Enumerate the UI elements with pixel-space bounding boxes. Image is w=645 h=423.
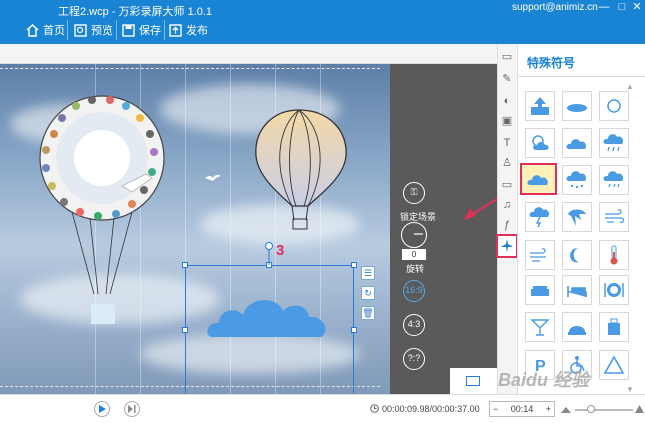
panel-title: 特殊符号: [527, 56, 576, 70]
rotate-value-field[interactable]: 0: [402, 249, 426, 260]
increase-button[interactable]: +: [546, 404, 551, 414]
stage-toolbar: [0, 44, 497, 64]
scene-border: [0, 68, 380, 69]
image-icon[interactable]: ▣: [500, 114, 514, 128]
baidu-watermark: Baidu 经验: [498, 370, 590, 390]
save-button[interactable]: 保存: [122, 20, 161, 40]
pen-icon[interactable]: ✎: [500, 72, 514, 86]
hot-air-balloon-outline[interactable]: [252, 108, 352, 232]
zoom-slider-thumb[interactable]: [587, 405, 595, 413]
preview-label: 预览: [91, 25, 113, 37]
home-button[interactable]: 首页: [26, 20, 65, 40]
thermometer-symbol[interactable]: [599, 240, 629, 270]
triangle-symbol[interactable]: [599, 350, 629, 380]
bed-symbol[interactable]: [562, 275, 592, 305]
window-title: 工程2.wcp - 万彩录屏大师 1.0.1: [58, 6, 213, 18]
thunderstorm-symbol[interactable]: [525, 202, 555, 232]
special-symbol-tab[interactable]: [496, 234, 518, 258]
cloud-rain-symbol[interactable]: [599, 128, 629, 158]
scroll-up-icon[interactable]: ▲: [626, 82, 634, 91]
time-display: 00:00:09.98/00:00:37.00: [382, 404, 480, 414]
sun-cloud-symbol[interactable]: [525, 128, 555, 158]
dining-symbol[interactable]: [599, 275, 629, 305]
preview-button[interactable]: 预览: [74, 20, 113, 40]
music-icon[interactable]: ♫: [500, 198, 514, 212]
cloud-drizzle-symbol[interactable]: [599, 165, 629, 195]
luggage-symbol[interactable]: [599, 312, 629, 342]
comment-icon[interactable]: ▭: [500, 50, 514, 64]
save-icon: [122, 23, 135, 37]
zoom-slider-track[interactable]: [575, 409, 633, 411]
clock-icon: [370, 404, 379, 413]
moon-symbol[interactable]: [562, 240, 592, 270]
rotate-label: 旋转: [406, 264, 425, 274]
scene-thumbnail[interactable]: [466, 376, 480, 386]
publish-button[interactable]: 发布: [169, 20, 208, 40]
character-icon[interactable]: ♙: [500, 156, 514, 170]
resize-handle[interactable]: [182, 327, 188, 333]
user-account[interactable]: support@animiz.cn: [512, 2, 598, 13]
service-bell-symbol[interactable]: [562, 312, 592, 342]
step-forward-icon: [128, 405, 136, 413]
lock-scene-icon[interactable]: ⚿: [403, 182, 425, 204]
toolbar-divider: [116, 20, 117, 40]
zoom-small-icon[interactable]: [561, 405, 571, 413]
cloud-symbol[interactable]: [207, 293, 331, 339]
save-label: 保存: [139, 25, 161, 37]
zoom-large-icon[interactable]: [635, 404, 644, 413]
sofa-symbol[interactable]: [525, 275, 555, 305]
duration-value[interactable]: 00:14: [511, 404, 534, 414]
close-button[interactable]: ✕: [628, 0, 645, 16]
resize-handle[interactable]: [182, 262, 188, 268]
dial-icon: [414, 233, 423, 235]
home-label: 首页: [43, 25, 65, 37]
play-icon: [99, 405, 106, 413]
rotate-dial[interactable]: [401, 222, 427, 248]
thumbnail-strip[interactable]: [450, 368, 497, 394]
cocktail-symbol[interactable]: [525, 312, 555, 342]
lock-scene-label: 锁定场景: [400, 212, 437, 222]
layer-order-tool[interactable]: ☰: [361, 266, 375, 280]
circle-symbol[interactable]: [599, 91, 629, 121]
decrease-button[interactable]: −: [493, 404, 498, 414]
wind-symbol[interactable]: [599, 202, 629, 232]
play-button[interactable]: [94, 401, 110, 417]
cloud-symbol[interactable]: [562, 128, 592, 158]
duration-stepper[interactable]: − 00:14 +: [489, 401, 555, 417]
text-icon[interactable]: T: [500, 136, 514, 150]
upload-box-symbol[interactable]: [525, 91, 555, 121]
preview-icon: [74, 23, 87, 37]
airplane-icon: [501, 239, 513, 252]
bird-icon[interactable]: [204, 172, 222, 184]
toolbar-divider: [67, 20, 68, 40]
annotation-number: 3: [276, 242, 285, 259]
ratio-16-9-button[interactable]: 16:9: [403, 280, 425, 302]
scroll-down-icon[interactable]: ▼: [626, 385, 634, 394]
publish-label: 发布: [186, 25, 208, 37]
cloud-snow-symbol[interactable]: [562, 165, 592, 195]
home-icon: [26, 23, 39, 37]
publish-icon: [169, 23, 182, 37]
next-frame-button[interactable]: [124, 401, 140, 417]
windy-symbol[interactable]: [525, 240, 555, 270]
selected-cloud-symbol[interactable]: [520, 163, 557, 195]
minimize-button[interactable]: —: [595, 0, 613, 16]
ratio-4-3-button[interactable]: 4:3: [403, 314, 425, 336]
rotate-handle[interactable]: [265, 242, 273, 266]
toolbar-divider: [164, 20, 165, 40]
animation-tool[interactable]: ↻: [361, 286, 375, 300]
ratio-custom-button[interactable]: ?:?: [403, 348, 425, 370]
folder-icon[interactable]: ▭: [500, 178, 514, 192]
shapes-icon[interactable]: ◐: [500, 94, 514, 108]
resize-handle[interactable]: [351, 327, 357, 333]
resize-handle[interactable]: [351, 262, 357, 268]
ellipse-symbol[interactable]: [562, 91, 592, 121]
delete-tool[interactable]: 🗑︎: [361, 306, 375, 320]
panel-divider: [517, 76, 645, 77]
hot-air-balloon-decorated[interactable]: [34, 94, 169, 330]
formula-icon[interactable]: ƒ: [500, 218, 514, 232]
storm-symbol[interactable]: [562, 202, 592, 232]
